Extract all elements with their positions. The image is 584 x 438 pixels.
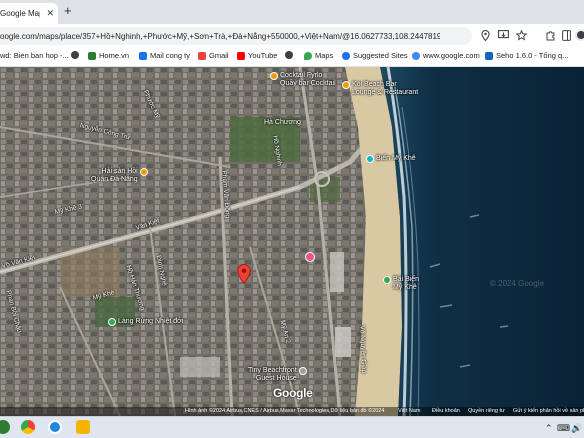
google-logo: Google <box>273 386 313 400</box>
location-icon[interactable] <box>481 29 490 44</box>
bookmark-item[interactable]: Mail cong ty <box>139 51 190 60</box>
beach-icon <box>366 155 374 163</box>
poi-koi-beach-bar[interactable]: Koi Beach Bar Lounge & Restaurant <box>342 81 418 97</box>
map-watermark: © 2024 Google <box>490 279 544 288</box>
seho-icon <box>485 51 493 60</box>
bookmark-label: Seho 1.6.0 - Tổng q... <box>496 51 569 60</box>
maps-icon <box>304 51 312 60</box>
poi-bien-my-khe[interactable]: Biển Mỹ Khê <box>366 155 416 163</box>
bookmark-label: Home.vn <box>99 51 130 60</box>
gmail-icon <box>198 51 206 60</box>
footer-link[interactable]: Gửi ý kiến phản hồi về sản phẩm <box>513 407 584 416</box>
search-icon <box>342 51 350 60</box>
extensions-icon[interactable] <box>545 30 556 44</box>
poi-label: Hải sản Hồi Quán Đà Nẵng <box>91 168 138 183</box>
bookmark-item[interactable]: www.google.com <box>412 51 480 60</box>
zalo-icon[interactable] <box>48 420 62 434</box>
map-attribution-bar: Hình ảnh ©2024 Airbus,CNES / Airbus,Maxa… <box>0 407 584 416</box>
poi-label: Tiny Beachfront Guest House <box>248 367 297 382</box>
footer-link[interactable]: Điều khoản <box>432 407 460 416</box>
hotel-icon[interactable] <box>305 252 315 262</box>
home-icon <box>88 51 96 60</box>
lodging-icon <box>298 367 307 375</box>
file-explorer-icon[interactable] <box>76 420 90 434</box>
chevron-up-icon[interactable]: ⌃ <box>545 423 553 433</box>
poi-label: Bãi Biển Mỹ Khê <box>393 276 420 291</box>
keyboard-icon[interactable]: ⌨ <box>557 423 570 433</box>
volume-icon[interactable]: 🔊 <box>571 423 582 433</box>
bar-icon <box>270 72 278 80</box>
bookmark-label: Gmail <box>209 51 229 60</box>
poi-tiny-beachfront[interactable]: Tiny Beachfront Guest House <box>248 367 307 383</box>
tab-google-maps[interactable]: Google Maps ✕ <box>0 3 58 24</box>
close-icon[interactable]: ✕ <box>46 8 54 18</box>
windows-taskbar: ⌃ ⌨ 🔊 <box>0 416 584 438</box>
bookmarks-bar: wd: Bien ban hop -... Home.vn Mail cong … <box>0 47 584 67</box>
bookmark-item[interactable] <box>71 51 79 59</box>
bookmark-item[interactable]: Home.vn <box>88 51 129 60</box>
bookmark-item[interactable]: Seho 1.6.0 - Tổng q... <box>485 51 568 60</box>
poi-hai-san[interactable]: Hải sản Hồi Quán Đà Nẵng <box>91 168 148 184</box>
globe-icon <box>285 51 293 59</box>
attribution-text: Hình ảnh ©2024 Airbus,CNES / Airbus,Maxa… <box>185 408 385 414</box>
poi-bai-bien-my-khe[interactable]: Bãi Biển Mỹ Khê <box>383 276 419 292</box>
profile-avatar[interactable] <box>575 29 584 41</box>
youtube-icon <box>237 51 245 60</box>
restaurant-icon <box>139 168 148 176</box>
pin-icon <box>237 264 251 284</box>
chrome-icon[interactable] <box>21 420 35 434</box>
bar-icon <box>342 81 350 89</box>
footer-link[interactable]: Việt Nam <box>398 407 421 416</box>
install-icon[interactable] <box>498 30 509 43</box>
bookmark-item[interactable]: YouTube <box>237 51 277 60</box>
poi-label: Hà Chương <box>264 119 301 126</box>
new-tab-button[interactable]: + <box>64 4 72 18</box>
bookmark-label: Maps <box>315 51 334 60</box>
bookmark-item[interactable]: Maps <box>304 51 333 60</box>
star-icon[interactable] <box>515 29 528 44</box>
bookmark-item[interactable] <box>285 51 293 59</box>
poi-cocktail-fyrlo[interactable]: Cocktail Fyrlo Quầy bar Cocktail <box>270 72 336 88</box>
bookmark-item[interactable]: wd: Bien ban hop -... <box>0 51 69 60</box>
poi-label: Biển Mỹ Khê <box>376 155 416 162</box>
footer-link[interactable]: Quyền riêng tư <box>468 407 505 416</box>
bookmark-label: Suggested Sites <box>353 51 408 60</box>
google-icon <box>412 51 420 60</box>
tab-title: Google Maps <box>0 9 40 18</box>
tab-strip: Google Maps ✕ + <box>0 0 584 24</box>
poi-ha-chuong[interactable]: Hà Chương <box>264 119 301 127</box>
bookmark-item[interactable]: Gmail <box>198 51 229 60</box>
park-icon <box>383 276 391 284</box>
bookmark-label: wd: Bien ban hop -... <box>0 51 69 60</box>
satellite-map[interactable]: Cocktail Fyrlo Quầy bar Cocktail Koi Bea… <box>0 67 584 416</box>
bookmark-label: www.google.com <box>423 51 480 60</box>
poi-label: Koi Beach Bar Lounge & Restaurant <box>352 81 419 96</box>
browser-toolbar: oogle.com/maps/place/357+Hồ+Nghinh,+Phướ… <box>0 24 584 47</box>
bookmark-label: YouTube <box>248 51 278 60</box>
globe-icon <box>71 51 79 59</box>
poi-lang-rung[interactable]: Làng Rừng Nhiệt đới <box>108 318 183 326</box>
mail-icon <box>139 51 147 60</box>
bookmark-label: Mail cong ty <box>150 51 191 60</box>
poi-label: Cocktail Fyrlo Quầy bar Cocktail <box>280 72 336 87</box>
address-bar[interactable]: oogle.com/maps/place/357+Hồ+Nghinh,+Phướ… <box>0 27 472 45</box>
poi-label: Làng Rừng Nhiệt đới <box>118 318 184 325</box>
bookmark-item[interactable]: Suggested Sites <box>342 51 408 60</box>
sidepanel-icon[interactable] <box>562 30 571 44</box>
url-text[interactable]: oogle.com/maps/place/357+Hồ+Nghinh,+Phướ… <box>0 32 440 41</box>
park-icon <box>108 318 116 326</box>
taskbar-app-icon[interactable] <box>0 420 10 434</box>
